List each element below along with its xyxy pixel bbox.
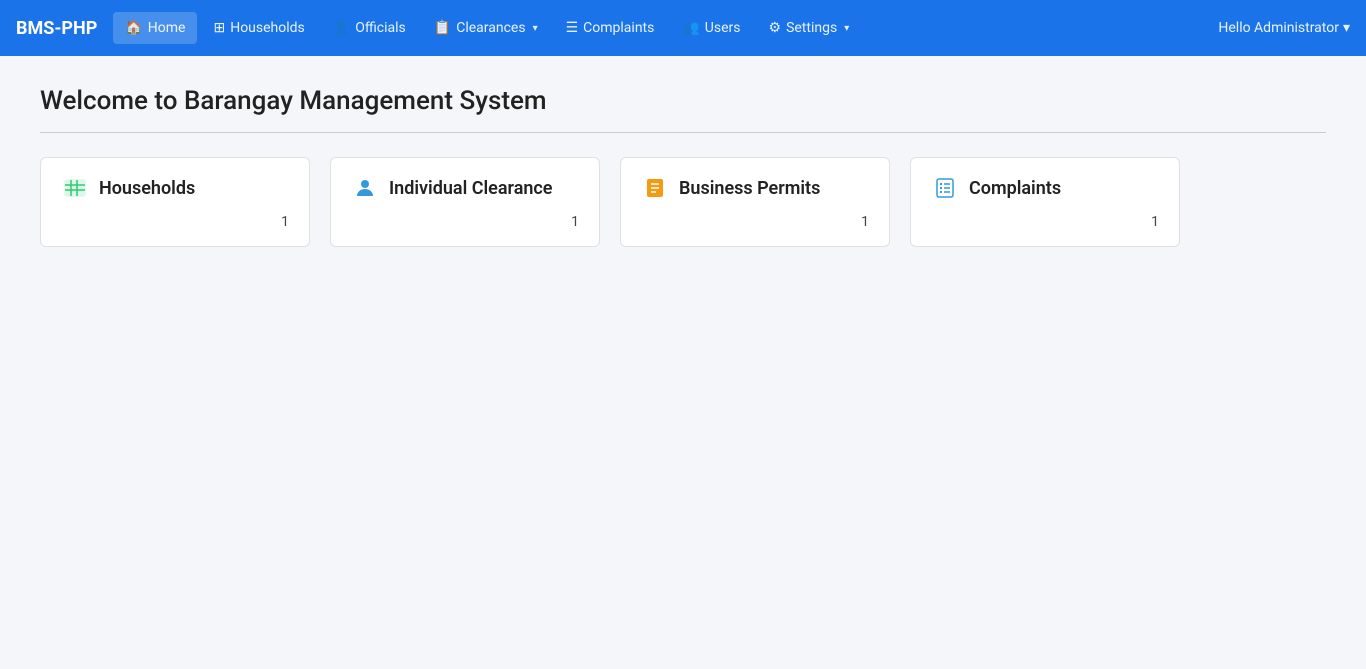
navbar-left: BMS-PHP 🏠 Home ⊞ Households 👤 Officials … xyxy=(16,12,861,44)
nav-households[interactable]: ⊞ Households xyxy=(201,12,316,44)
clearance-card-count: 1 xyxy=(351,214,579,230)
card-complaints-header: Complaints xyxy=(931,174,1159,202)
card-individual-clearance[interactable]: Individual Clearance 1 xyxy=(330,157,600,247)
nav-officials-label: Officials xyxy=(355,20,406,36)
complaints-card-icon xyxy=(931,174,959,202)
card-complaints[interactable]: Complaints 1 xyxy=(910,157,1180,247)
business-card-count: 1 xyxy=(641,214,869,230)
officials-icon: 👤 xyxy=(333,20,350,36)
card-households[interactable]: Households 1 xyxy=(40,157,310,247)
nav-clearances-label: Clearances xyxy=(456,20,525,36)
nav-complaints-label: Complaints xyxy=(583,20,654,36)
complaints-card-title: Complaints xyxy=(969,178,1061,199)
card-clearance-header: Individual Clearance xyxy=(351,174,579,202)
card-business-header: Business Permits xyxy=(641,174,869,202)
user-greeting: Hello Administrator xyxy=(1218,20,1339,36)
complaints-card-count: 1 xyxy=(931,214,1159,230)
households-card-count: 1 xyxy=(61,214,289,230)
business-card-icon xyxy=(641,174,669,202)
nav-settings-label: Settings xyxy=(786,20,837,36)
card-households-header: Households xyxy=(61,174,289,202)
clearance-card-icon xyxy=(351,174,379,202)
clearance-card-title: Individual Clearance xyxy=(389,178,553,199)
business-card-title: Business Permits xyxy=(679,178,820,199)
navbar: BMS-PHP 🏠 Home ⊞ Households 👤 Officials … xyxy=(0,0,1366,56)
home-icon: 🏠 xyxy=(125,20,142,36)
nav-settings[interactable]: ⚙ Settings ▾ xyxy=(757,12,862,44)
divider xyxy=(40,132,1326,133)
nav-officials[interactable]: 👤 Officials xyxy=(321,12,418,44)
nav-users[interactable]: 👥 Users xyxy=(670,12,752,44)
settings-dropdown-arrow: ▾ xyxy=(844,23,849,34)
user-menu[interactable]: Hello Administrator ▾ xyxy=(1218,20,1350,36)
clearances-dropdown-arrow: ▾ xyxy=(533,23,538,34)
settings-icon: ⚙ xyxy=(769,20,782,36)
nav-users-label: Users xyxy=(705,20,741,36)
complaints-nav-icon: ☰ xyxy=(566,20,579,36)
brand-logo[interactable]: BMS-PHP xyxy=(16,18,97,39)
users-icon: 👥 xyxy=(682,20,699,36)
nav-complaints[interactable]: ☰ Complaints xyxy=(554,12,667,44)
clearances-icon: 📋 xyxy=(434,20,451,36)
households-card-icon xyxy=(61,174,89,202)
nav-home-label: Home xyxy=(148,20,186,36)
nav-households-label: Households xyxy=(230,20,305,36)
nav-clearances[interactable]: 📋 Clearances ▾ xyxy=(422,12,550,44)
households-card-title: Households xyxy=(99,178,195,199)
main-content: Welcome to Barangay Management System Ho… xyxy=(0,56,1366,277)
nav-home[interactable]: 🏠 Home xyxy=(113,12,197,44)
cards-grid: Households 1 Individual Clearance 1 xyxy=(40,157,1326,247)
page-title: Welcome to Barangay Management System xyxy=(40,86,1326,116)
user-dropdown-arrow: ▾ xyxy=(1343,20,1350,36)
grid-icon: ⊞ xyxy=(213,20,225,36)
card-business-permits[interactable]: Business Permits 1 xyxy=(620,157,890,247)
